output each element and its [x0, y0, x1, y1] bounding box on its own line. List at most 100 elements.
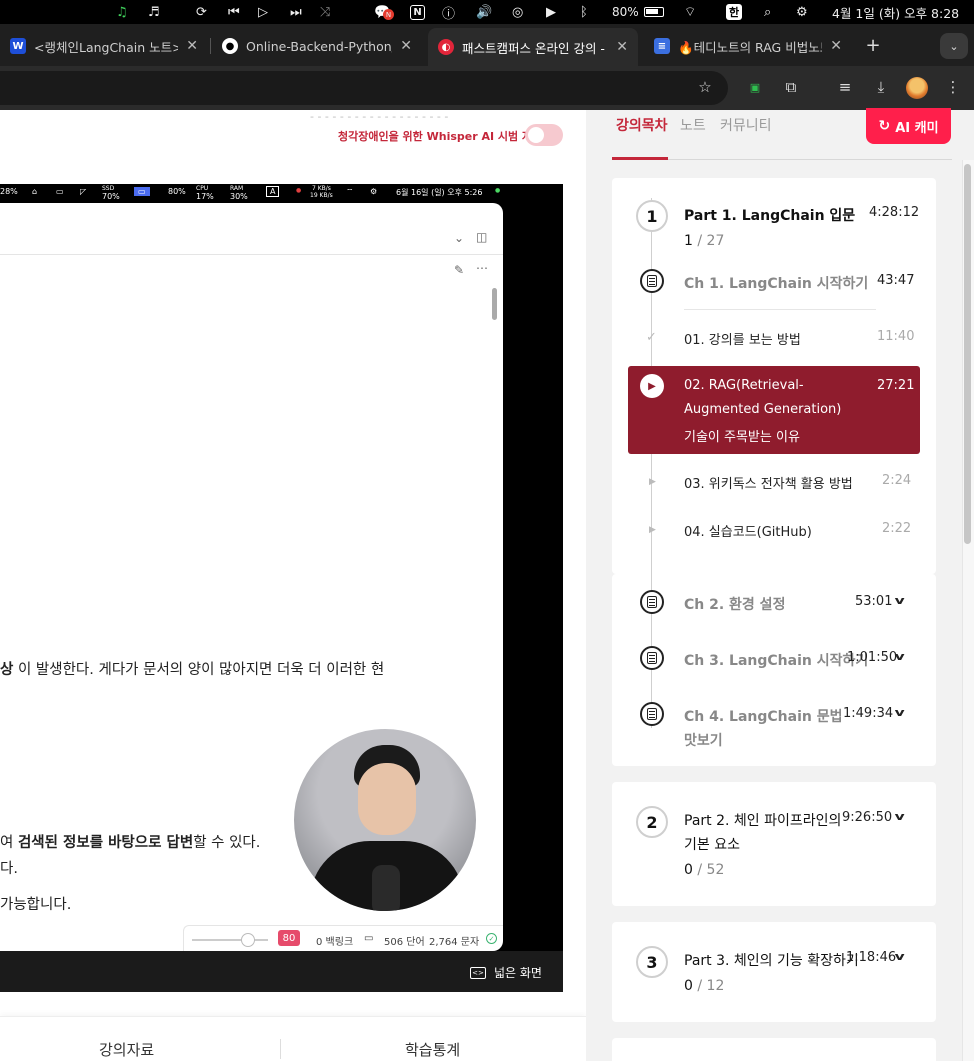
sidebar-toggle-icon[interactable]: ◫ [476, 230, 487, 244]
download-icon[interactable]: ⤓ [870, 76, 892, 98]
sidebar-scrollbar-thumb[interactable] [964, 164, 971, 544]
part-number: 3 [636, 946, 668, 978]
menubar-clock[interactable]: 4월 1일 (화) 오후 8:28 [832, 3, 959, 21]
chevron-down-icon[interactable]: v [895, 810, 905, 823]
active-tab-indicator [612, 157, 668, 160]
spotlight-search-icon[interactable]: ⌕ [764, 3, 771, 21]
document-header: ⌄ ◫ [0, 203, 503, 255]
part-title[interactable]: Part 1. LangChain 입문 [684, 205, 855, 225]
net-dot-icon: ● [296, 187, 302, 194]
bookmark-star-icon[interactable]: ☆ [694, 76, 716, 98]
part-card-peek [612, 1038, 936, 1061]
video-status-bar: 28% ⌂ ▭ ◸ SSD 70% ▭ 80% CPU 17% RAM 30% … [0, 185, 501, 201]
media-play-icon[interactable]: ▶ [546, 3, 556, 21]
part-title-line1[interactable]: Part 2. 체인 파이프라인의 [684, 810, 841, 830]
tab-github[interactable]: ● Online-Backend-Python/ ✕ [212, 31, 422, 61]
wifi-icon[interactable]: ⌔ [684, 3, 696, 21]
airdrop-icon[interactable]: ◎ [512, 3, 523, 21]
chevron-down-icon[interactable]: v [895, 706, 905, 719]
whisper-caption-toggle[interactable] [525, 124, 563, 146]
play-icon[interactable]: ▷ [258, 3, 268, 21]
active-lesson-duration: 27:21 [877, 378, 915, 393]
whisper-caption-label: 청각장애인을 위한 Whisper AI 시범 자막 [338, 130, 543, 143]
lesson-duration: 2:22 [882, 521, 912, 536]
ai-cami-button[interactable]: ↻ AI 캐미 [866, 108, 951, 144]
profile-avatar[interactable] [906, 77, 928, 99]
tab-rag-notes[interactable]: ≡ 🔥테디노트의 RAG 비법노트 ✕ [644, 31, 852, 61]
document-status-footer: 80 0 백링크 ▭ 506 단어 2,764 문자 ✓ [183, 925, 503, 951]
part-progress: 0 / 52 [684, 862, 725, 878]
tab-label: <랭체인LangChain 노트> - [34, 39, 179, 55]
playing-icon: ▶ [640, 374, 664, 398]
part-title-line2: 기본 요소 [684, 837, 740, 853]
tab-separator [210, 38, 211, 54]
next-track-icon[interactable]: ⏭ [290, 3, 302, 21]
part-card[interactable] [612, 782, 936, 906]
previous-track-icon[interactable]: ⏮ [228, 3, 240, 21]
lesson-duration: 11:40 [877, 329, 915, 344]
repeat-icon[interactable]: ⟳ [196, 3, 207, 21]
lesson-play-icon: ▶ [649, 477, 656, 487]
chevron-down-icon[interactable]: v [895, 594, 905, 607]
bluetooth-icon[interactable]: ᛒ [580, 3, 588, 21]
tab-langchain-note[interactable]: W <랭체인LangChain 노트> - ✕ [0, 31, 208, 61]
lesson-title[interactable]: 01. 강의를 보는 방법 [684, 329, 801, 348]
close-tab-icon[interactable]: ✕ [186, 38, 198, 54]
part-title[interactable]: Part 3. 체인의 기능 확장하기 [684, 950, 859, 970]
address-bar[interactable] [0, 71, 728, 105]
zoom-slider-track[interactable] [192, 939, 268, 941]
doc-text-line: 여 검색된 정보를 바탕으로 답변할 수 있다. [0, 835, 261, 851]
input-method-icon[interactable]: 한 [726, 3, 743, 21]
chevron-down-icon[interactable]: v [895, 950, 905, 963]
part-number: 2 [636, 806, 668, 838]
more-options-icon[interactable]: ⋯ [476, 261, 488, 275]
music-app-icon[interactable]: ♫ [116, 3, 128, 21]
chevron-down-icon[interactable]: ⌄ [454, 231, 464, 245]
edit-pencil-icon[interactable]: ✎ [454, 263, 464, 277]
audio-icon[interactable]: ♬ [148, 3, 160, 21]
tab-label: 🔥테디노트의 RAG 비법노트 [678, 39, 823, 55]
shuffle-icon[interactable]: ⤨ [320, 3, 330, 21]
lesson-title[interactable]: 04. 실습코드(GitHub) [684, 521, 812, 540]
close-tab-icon[interactable]: ✕ [616, 39, 628, 55]
video-bar-icon: ▭ [56, 187, 64, 196]
widescreen-label: 넓은 화면 [494, 966, 542, 980]
bottom-tab-separator [280, 1039, 281, 1059]
chapter-title[interactable]: Ch 2. 환경 설정 [684, 594, 785, 614]
zoom-slider-knob[interactable] [241, 933, 255, 947]
backlinks-count[interactable]: 0 백링크 [316, 933, 353, 948]
tab-lecture-materials[interactable]: 강의자료 [99, 1039, 154, 1060]
volume-icon[interactable]: 🔊 [476, 3, 492, 21]
chapter-title-line1[interactable]: Ch 4. LangChain 문법 [684, 706, 843, 726]
chapter-title[interactable]: Ch 3. LangChain 시작하기 [684, 650, 868, 670]
word-count: 506 단어 [384, 937, 425, 948]
close-tab-icon[interactable]: ✕ [830, 38, 842, 54]
widescreen-button[interactable]: <> 넓은 화면 [470, 964, 542, 981]
info-icon[interactable]: ⓘ [442, 3, 455, 22]
extension-green-icon[interactable]: ▣ [744, 76, 766, 98]
tab-notes[interactable]: 노트 [680, 115, 706, 135]
reading-list-icon[interactable]: ≡ [834, 76, 856, 98]
close-tab-icon[interactable]: ✕ [400, 38, 412, 54]
extensions-puzzle-icon[interactable]: ⧉ [780, 76, 802, 98]
chat-icon[interactable]: 💬 N [374, 3, 394, 21]
tab-curriculum[interactable]: 강의목차 [616, 115, 668, 135]
tab-search-chevron-icon[interactable]: ⌄ [940, 33, 968, 59]
tab-learning-stats[interactable]: 학습통계 [405, 1039, 460, 1060]
tab-fastcampus[interactable]: ◐ 패스트캠퍼스 온라인 강의 - ✕ [428, 28, 638, 66]
chapter-title[interactable]: Ch 1. LangChain 시작하기 [684, 273, 868, 293]
video-cc-icon: ⚙ [370, 187, 378, 196]
tab-community[interactable]: 커뮤니티 [720, 115, 772, 135]
lesson-title[interactable]: 03. 위키독스 전자책 활용 방법 [684, 473, 853, 492]
chevron-down-icon[interactable]: v [895, 650, 905, 663]
control-center-icon[interactable]: ⚙ [796, 3, 808, 21]
more-menu-icon[interactable]: ⋮ [942, 76, 964, 98]
macos-menubar: ♫ ♬ ⟳ ⏮ ▷ ⏭ ⤨ 💬 N N ⓘ 🔊 ◎ ▶ ᛒ 80% ⌔ 한 ⌕ ⚙… [0, 0, 974, 24]
notion-icon[interactable]: N [410, 3, 425, 21]
new-tab-icon[interactable]: + [864, 32, 882, 58]
battery-icon[interactable] [644, 3, 664, 21]
chapter-duration: 53:01 [855, 594, 893, 609]
bottom-tab-bar: 강의자료 학습통계 [0, 1016, 586, 1061]
document-scrollbar[interactable] [492, 288, 497, 320]
github-icon: ● [222, 38, 238, 54]
